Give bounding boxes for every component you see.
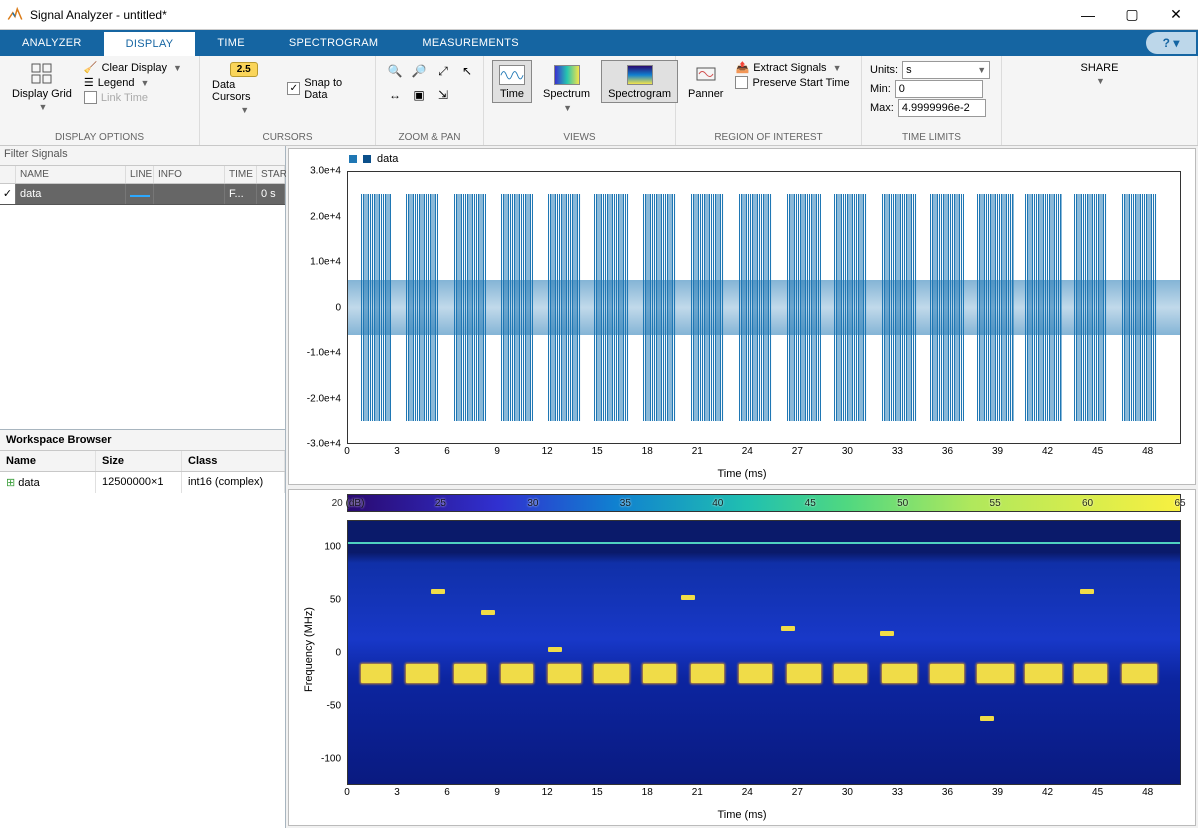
share-button[interactable]: SHARE▼: [1077, 60, 1123, 88]
zoom-x-icon[interactable]: ↔: [384, 84, 406, 106]
units-combo[interactable]: s▼: [902, 61, 990, 79]
time-view-icon: [499, 65, 525, 85]
pan-icon[interactable]: ⇲: [432, 84, 454, 106]
time-legend: data: [349, 153, 398, 165]
display-grid-button[interactable]: Display Grid ▼: [8, 60, 76, 114]
zoom-y-icon[interactable]: [456, 84, 478, 106]
tab-time[interactable]: TIME: [195, 30, 266, 56]
plot-area: data -3.0e+4-2.0e+4-1.0e+401.0e+42.0e+43…: [286, 146, 1198, 828]
group-label-roi: REGION OF INTEREST: [684, 132, 853, 145]
preserve-start-time-check[interactable]: Preserve Start Time: [735, 75, 849, 90]
spectrogram-view-icon: [627, 65, 653, 85]
maximize-button[interactable]: ▢: [1110, 0, 1154, 30]
tab-analyzer[interactable]: ANALYZER: [0, 30, 104, 56]
signal-check[interactable]: ✓: [0, 184, 16, 204]
view-spectrum-button[interactable]: Spectrum▼: [536, 60, 597, 116]
spectrogram-plot[interactable]: 20 (dB)253035404550556065 Frequency (MHz…: [288, 489, 1196, 826]
panner-button[interactable]: Panner: [684, 60, 727, 102]
max-label: Max:: [870, 102, 894, 114]
units-label: Units:: [870, 64, 898, 76]
tab-display[interactable]: DISPLAY: [104, 30, 196, 56]
workspace-row-data[interactable]: ⊞ data 12500000×1 int16 (complex): [0, 472, 285, 493]
time-plot[interactable]: data -3.0e+4-2.0e+4-1.0e+401.0e+42.0e+43…: [288, 148, 1196, 485]
filter-signals-input[interactable]: Filter Signals: [0, 146, 285, 166]
help-button[interactable]: ? ▾: [1146, 32, 1196, 54]
view-spectrogram-button[interactable]: Spectrogram: [601, 60, 678, 103]
signals-header: NAME LINE INFO TIME START: [0, 166, 285, 184]
window-title: Signal Analyzer - untitled*: [30, 8, 167, 22]
minimize-button[interactable]: ―: [1066, 0, 1110, 30]
legend-icon: ☰: [84, 76, 94, 89]
colorbar: 20 (dB)253035404550556065: [347, 494, 1181, 512]
title-bar: Signal Analyzer - untitled* ― ▢ ✕: [0, 0, 1198, 30]
clear-display-button[interactable]: 🧹Clear Display▼: [84, 60, 182, 75]
snap-to-data-check[interactable]: ✓Snap to Data: [287, 76, 367, 102]
group-label-views: VIEWS: [492, 132, 667, 145]
tab-spectrogram[interactable]: SPECTROGRAM: [267, 30, 400, 56]
clear-icon: 🧹: [84, 61, 98, 74]
workspace-browser-header: Workspace Browser: [0, 429, 285, 451]
pointer-icon[interactable]: ↖: [456, 60, 478, 82]
data-cursors-button[interactable]: 2.5 Data Cursors ▼: [208, 60, 279, 117]
workspace-columns: Name Size Class: [0, 451, 285, 472]
time-xlabel: Time (ms): [289, 468, 1195, 480]
group-label-zoom: ZOOM & PAN: [384, 132, 475, 145]
ribbon: Display Grid ▼ 🧹Clear Display▼ ☰Legend▼ …: [0, 56, 1198, 146]
variable-icon: ⊞: [6, 477, 15, 489]
panner-icon: [694, 62, 718, 86]
view-time-button[interactable]: Time: [492, 60, 532, 103]
spec-xlabel: Time (ms): [289, 809, 1195, 821]
app-icon: [6, 6, 24, 24]
group-label-display-options: DISPLAY OPTIONS: [8, 132, 191, 145]
max-input[interactable]: [898, 99, 986, 117]
tab-measurements[interactable]: MEASUREMENTS: [400, 30, 541, 56]
extract-icon: 📤: [735, 61, 749, 74]
zoom-out-icon[interactable]: 🔎: [408, 60, 430, 82]
spectrum-view-icon: [554, 65, 580, 85]
zoom-xy-icon[interactable]: ⤢: [432, 60, 454, 82]
group-label-time-limits: TIME LIMITS: [870, 132, 993, 145]
tab-bar: ANALYZER DISPLAY TIME SPECTROGRAM MEASUR…: [0, 30, 1198, 56]
zoom-in-icon[interactable]: 🔍: [384, 60, 406, 82]
signal-row-data[interactable]: ✓ data F... 0 s: [0, 184, 285, 205]
min-input[interactable]: [895, 80, 983, 98]
close-button[interactable]: ✕: [1154, 0, 1198, 30]
group-label-cursors: CURSORS: [208, 132, 367, 145]
min-label: Min:: [870, 83, 891, 95]
left-panel: Filter Signals NAME LINE INFO TIME START…: [0, 146, 286, 828]
fit-icon[interactable]: ▣: [408, 84, 430, 106]
cursor-badge: 2.5: [230, 62, 258, 77]
legend-button[interactable]: ☰Legend▼: [84, 75, 182, 90]
link-time-button: Link Time: [84, 90, 182, 105]
extract-signals-button[interactable]: 📤Extract Signals▼: [735, 60, 849, 75]
